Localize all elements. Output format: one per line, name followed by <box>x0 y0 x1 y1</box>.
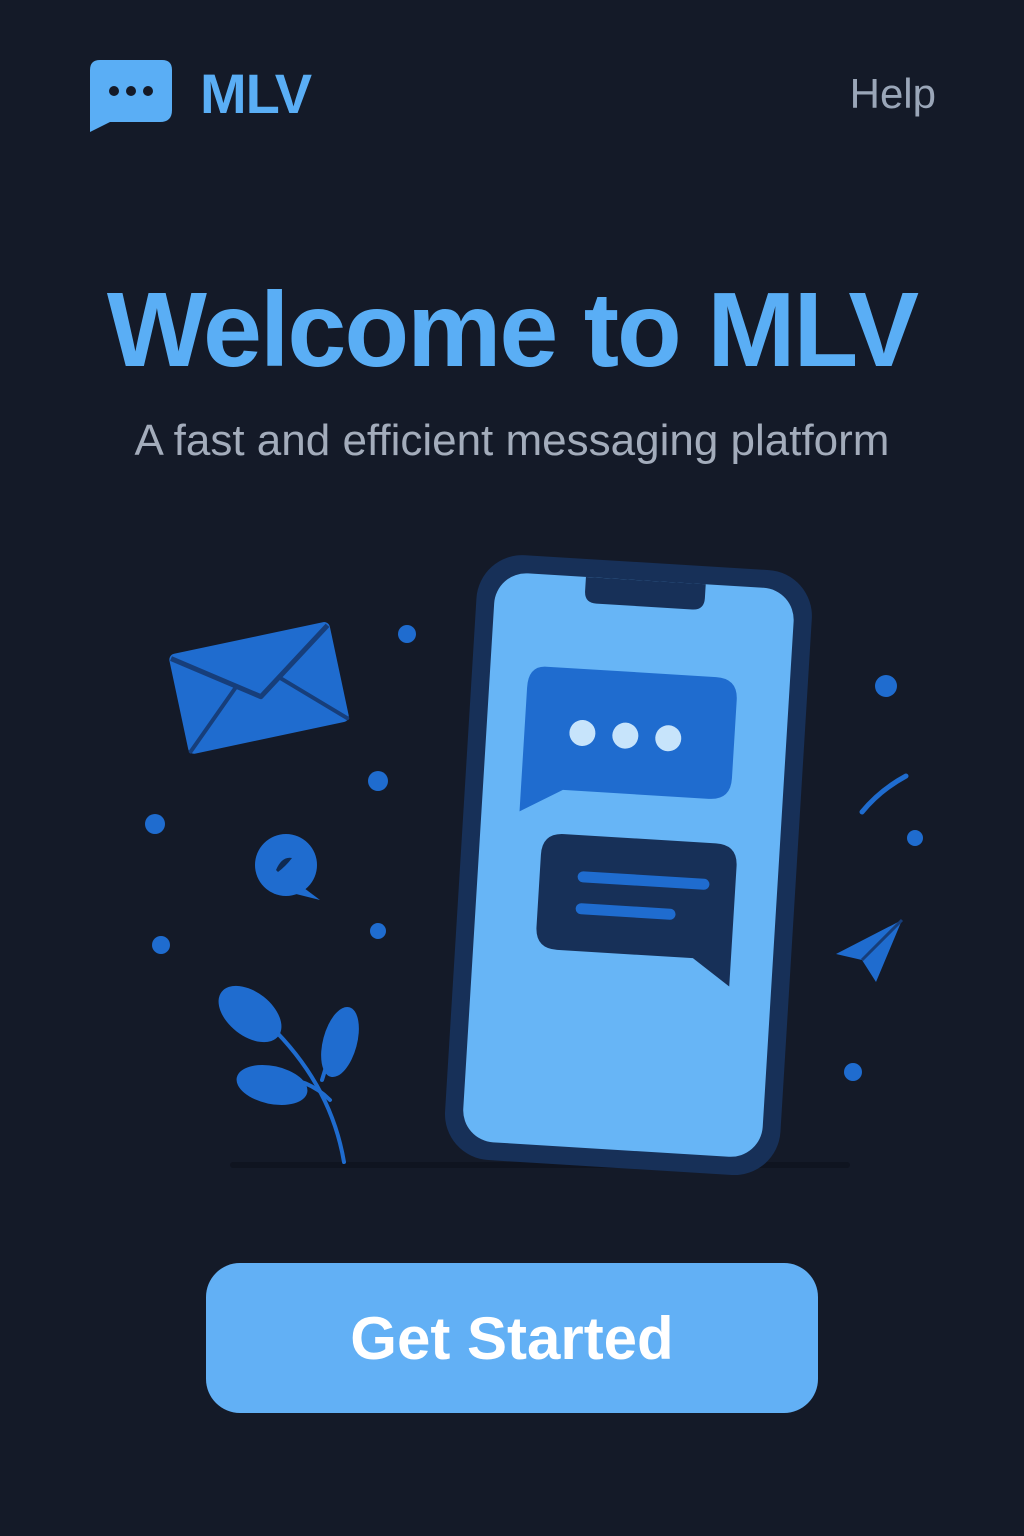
chat-bubble-dots-icon <box>90 60 172 132</box>
page-title: Welcome to MLV <box>106 271 919 389</box>
envelope-icon <box>169 622 350 754</box>
motion-line <box>859 773 909 815</box>
hero-illustration <box>145 555 923 1176</box>
phone-icon <box>444 555 812 1176</box>
leaf-icon <box>218 985 359 1164</box>
speech-bubble-icon <box>255 834 320 900</box>
paper-plane-icon <box>836 918 904 982</box>
help-link[interactable]: Help <box>850 70 936 118</box>
top-bar: MLV Help <box>88 58 936 134</box>
brand[interactable]: MLV <box>88 58 312 134</box>
get-started-button[interactable]: Get Started <box>206 1263 818 1413</box>
brand-name: MLV <box>200 61 312 125</box>
page-subtitle: A fast and efficient messaging platform <box>134 416 890 465</box>
